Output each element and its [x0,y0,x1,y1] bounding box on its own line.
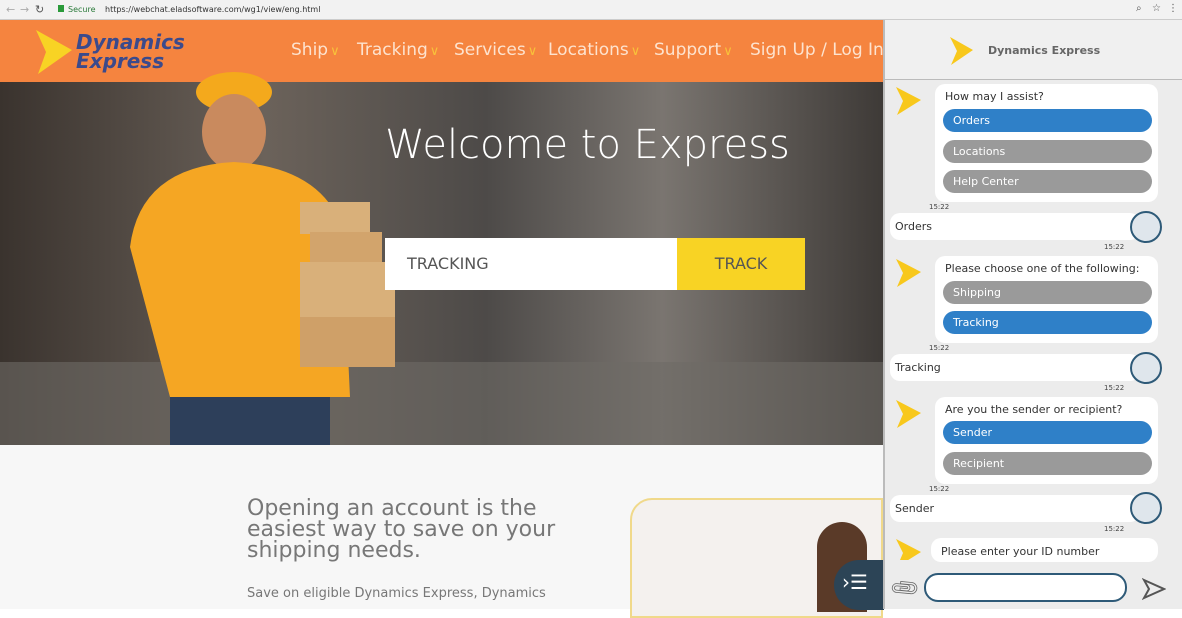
chevron-down-icon: ∨ [630,44,641,59]
nav-services[interactable]: Services ∨ [454,40,537,60]
promo-body: Save on eligible Dynamics Express, Dynam… [247,586,546,601]
nav-locations[interactable]: Locations ∨ [548,40,640,60]
option-tracking[interactable]: Tracking [943,311,1152,334]
bot-icon [896,87,921,115]
option-orders[interactable]: Orders [943,109,1152,132]
reload-icon[interactable]: ↻ [35,3,44,16]
bot-message-text: Please enter your ID number [941,545,1100,558]
user-message-text: Sender [895,502,934,515]
option-help-center[interactable]: Help Center [943,170,1152,193]
timestamp: 15:22 [1104,525,1125,533]
timestamp: 15:22 [1104,384,1125,392]
chevron-down-icon: ∨ [429,44,440,59]
timestamp: 15:22 [929,203,950,211]
secure-label: Secure [68,5,96,14]
back-icon[interactable]: ← [6,3,15,16]
menu-icon[interactable]: ⋮ [1168,3,1178,14]
user-message-text: Orders [895,220,932,233]
bot-message-text: How may I assist? [945,90,1044,103]
timestamp: 15:22 [929,485,950,493]
user-avatar-icon [1130,211,1162,243]
timestamp: 15:22 [929,344,950,352]
bot-icon [896,539,921,560]
hero-title: Welcome to Express [385,122,790,168]
browser-toolbar: ← → ↻ Secure https://webchat.eladsoftwar… [0,0,1182,20]
chat-header: Dynamics Express [885,20,1182,80]
delivery-person-image [130,72,395,447]
star-icon[interactable]: ☆ [1152,3,1161,14]
chat-logo-icon [950,37,973,65]
hero-banner: Welcome to Express TRACKING TRACK [0,72,883,447]
option-recipient[interactable]: Recipient [943,452,1152,475]
promo-section: Opening an account is the easiest way to… [0,445,884,618]
timestamp: 15:22 [1104,243,1125,251]
bot-message-text: Please choose one of the following: [945,262,1140,275]
chat-message-input[interactable] [924,573,1127,602]
chat-title: Dynamics Express [988,44,1101,57]
forward-icon[interactable]: → [20,3,29,16]
tracking-input[interactable]: TRACKING [385,238,677,290]
nav-support[interactable]: Support ∨ [654,40,733,60]
zoom-icon[interactable]: ⌕ [1136,3,1142,14]
chat-launcher-icon[interactable]: ›☰ [834,560,884,610]
user-avatar-icon [1130,352,1162,384]
promo-heading: Opening an account is the easiest way to… [247,496,556,563]
option-sender[interactable]: Sender [943,421,1152,444]
option-locations[interactable]: Locations [943,140,1152,163]
logo-chevron-icon [36,30,72,74]
option-shipping[interactable]: Shipping [943,281,1152,304]
address-bar[interactable]: https://webchat.eladsoftware.com/wg1/vie… [105,5,320,14]
bot-icon [896,259,921,287]
lock-icon [58,5,64,12]
chevron-down-icon: ∨ [723,44,733,59]
send-icon[interactable] [1142,577,1166,601]
nav-signup-login[interactable]: Sign Up / Log In [750,40,884,60]
chevron-down-icon: ∨ [527,44,538,59]
bot-icon [896,400,921,428]
user-avatar-icon [1130,492,1162,524]
track-button[interactable]: TRACK [677,238,805,290]
user-message-text: Tracking [895,361,941,374]
bot-message-text: Are you the sender or recipient? [945,403,1123,416]
